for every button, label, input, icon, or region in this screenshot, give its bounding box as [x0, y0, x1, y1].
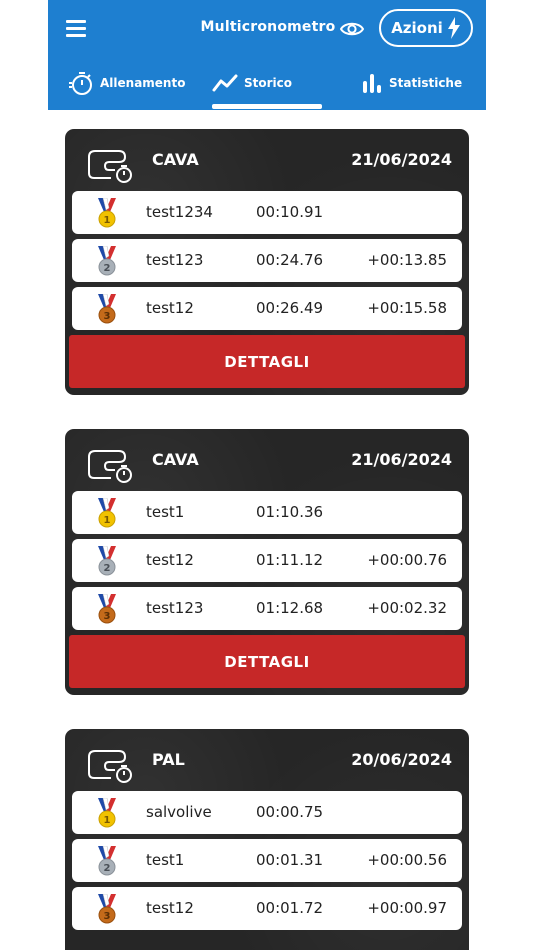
actions-label: Azioni	[391, 19, 443, 37]
athlete-name: test1	[146, 503, 185, 521]
time-gap: +00:02.32	[367, 599, 447, 617]
result-row: 3 test12 00:26.49 +00:15.58	[72, 287, 462, 330]
app-bar: Multicronometro Azioni Allenamento Stori…	[48, 0, 486, 110]
details-button[interactable]: DETTAGLI	[69, 635, 465, 688]
tab-storico[interactable]: Storico	[212, 68, 292, 98]
athlete-name: test1	[146, 851, 185, 869]
athlete-name: test12	[146, 299, 194, 317]
tab-label: Allenamento	[100, 76, 186, 90]
eye-icon[interactable]	[340, 17, 364, 41]
session-date: 21/06/2024	[351, 150, 452, 169]
lap-time: 00:10.91	[256, 203, 324, 221]
gold-medal-icon: 1	[98, 198, 116, 228]
result-row: 3 test123 01:12.68 +00:02.32	[72, 587, 462, 630]
time-gap: +00:13.85	[367, 251, 447, 269]
medal-rank: 1	[104, 815, 111, 826]
lap-time: 00:00.75	[256, 803, 324, 821]
lap-time: 00:24.76	[256, 251, 324, 269]
medal-rank: 3	[104, 911, 111, 922]
lap-time: 00:01.72	[256, 899, 324, 917]
session-date: 20/06/2024	[351, 750, 452, 769]
medal-rank: 3	[104, 311, 111, 322]
medal-rank: 2	[104, 263, 111, 274]
track-name: CAVA	[152, 450, 199, 469]
details-button[interactable]: DETTAGLI	[69, 335, 465, 388]
silver-medal-icon: 2	[98, 846, 116, 876]
lap-time: 00:26.49	[256, 299, 324, 317]
result-row: 1 test1 01:10.36	[72, 491, 462, 534]
active-tab-indicator	[212, 104, 322, 109]
result-row: 2 test12 01:11.12 +00:00.76	[72, 539, 462, 582]
page-title: Multicronometro	[200, 19, 336, 35]
medal-rank: 1	[104, 515, 111, 526]
tab-statistiche[interactable]: Statistiche	[361, 68, 462, 98]
session-card: CAVA 21/06/2024 1 test1234 00:10.91 2 te…	[65, 129, 469, 395]
result-row: 1 salvolive 00:00.75	[72, 791, 462, 834]
silver-medal-icon: 2	[98, 246, 116, 276]
bronze-medal-icon: 3	[98, 294, 116, 324]
result-row: 3 test12 00:01.72 +00:00.97	[72, 887, 462, 930]
track-name: CAVA	[152, 150, 199, 169]
track-stopwatch-icon	[88, 450, 132, 483]
lap-time: 01:10.36	[256, 503, 324, 521]
result-row: 1 test1234 00:10.91	[72, 191, 462, 234]
athlete-name: test12	[146, 899, 194, 917]
medal-rank: 3	[104, 611, 111, 622]
tab-label: Statistiche	[389, 76, 463, 90]
menu-icon[interactable]	[64, 16, 88, 40]
medal-rank: 2	[104, 563, 111, 574]
result-row: 2 test123 00:24.76 +00:13.85	[72, 239, 462, 282]
silver-medal-icon: 2	[98, 546, 116, 576]
track-stopwatch-icon	[88, 750, 132, 783]
medal-rank: 1	[104, 215, 111, 226]
bronze-medal-icon: 3	[98, 594, 116, 624]
tab-allenamento[interactable]: Allenamento	[68, 68, 185, 98]
session-date: 21/06/2024	[351, 450, 452, 469]
session-card: CAVA 21/06/2024 1 test1 01:10.36 2 test1…	[65, 429, 469, 695]
athlete-name: test123	[146, 251, 204, 269]
bar-chart-icon	[363, 74, 381, 93]
actions-button[interactable]: Azioni	[379, 9, 473, 47]
lap-time: 00:01.31	[256, 851, 324, 869]
trend-line-icon	[212, 74, 238, 92]
athlete-name: test123	[146, 599, 204, 617]
time-gap: +00:00.56	[367, 851, 447, 869]
tab-label: Storico	[244, 76, 293, 90]
time-gap: +00:00.76	[367, 551, 447, 569]
gold-medal-icon: 1	[98, 498, 116, 528]
gold-medal-icon: 1	[98, 798, 116, 828]
medal-rank: 2	[104, 863, 111, 874]
stopwatch-icon	[69, 72, 92, 95]
track-name: PAL	[152, 750, 185, 769]
lap-time: 01:11.12	[256, 551, 324, 569]
session-card: PAL 20/06/2024 1 salvolive 00:00.75 2 te…	[65, 729, 469, 950]
time-gap: +00:00.97	[367, 899, 447, 917]
athlete-name: test12	[146, 551, 194, 569]
athlete-name: salvolive	[146, 803, 212, 821]
bronze-medal-icon: 3	[98, 894, 116, 924]
result-row: 2 test1 00:01.31 +00:00.56	[72, 839, 462, 882]
lap-time: 01:12.68	[256, 599, 324, 617]
time-gap: +00:15.58	[367, 299, 447, 317]
track-stopwatch-icon	[88, 150, 132, 183]
athlete-name: test1234	[146, 203, 213, 221]
lightning-icon	[447, 17, 460, 39]
